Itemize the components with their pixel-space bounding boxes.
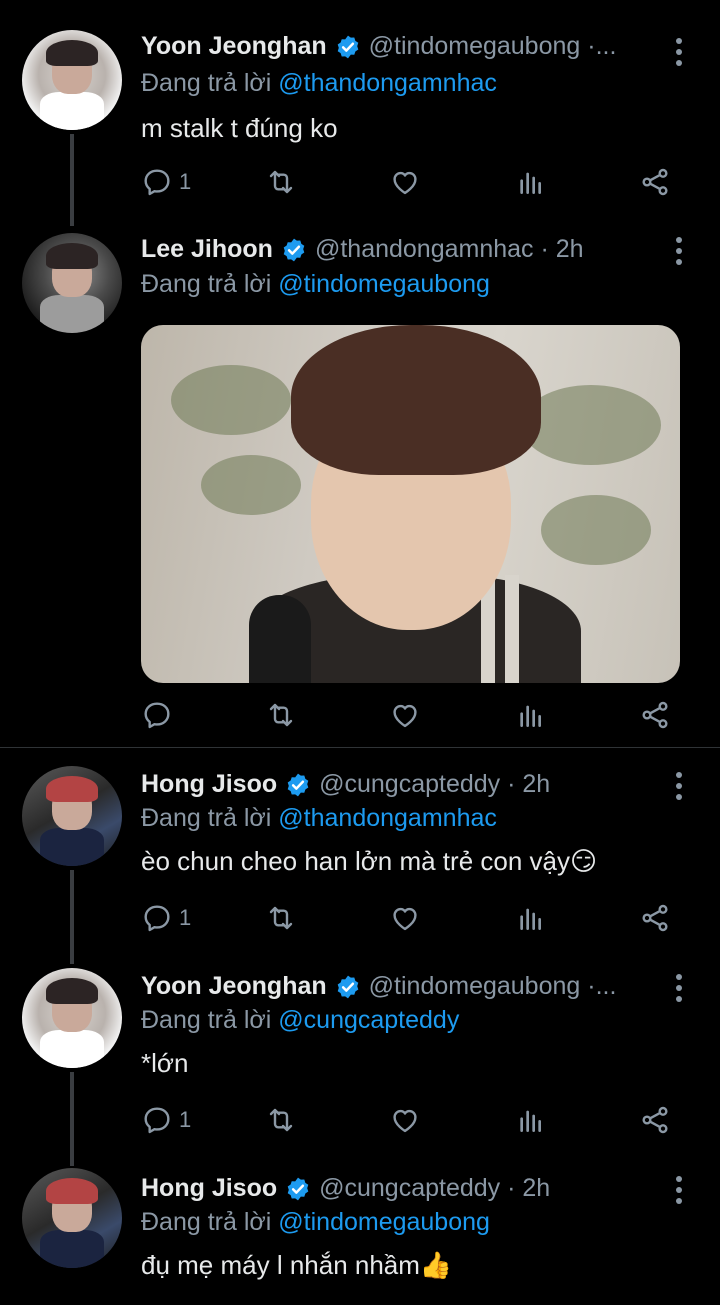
stats-button[interactable] — [515, 1102, 547, 1138]
stats-button[interactable] — [515, 697, 547, 733]
display-name[interactable]: Hong Jisoo — [141, 770, 277, 799]
action-bar: 1 — [141, 1102, 701, 1138]
verified-badge-icon — [285, 1176, 311, 1202]
handle[interactable]: @tindomegaubong ·... — [369, 972, 617, 1001]
more-icon[interactable] — [674, 772, 684, 802]
verified-badge-icon — [281, 237, 307, 263]
display-name[interactable]: Hong Jisoo — [141, 1174, 277, 1203]
share-button[interactable] — [639, 697, 671, 733]
retweet-button[interactable] — [265, 1102, 297, 1138]
handle[interactable]: @cungcapteddy · 2h — [319, 1174, 550, 1203]
avatar[interactable] — [22, 968, 122, 1068]
reply-context: Đang trả lời @cungcapteddy — [141, 1006, 460, 1034]
reply-button[interactable]: 1 — [141, 900, 191, 936]
share-icon — [639, 1104, 671, 1136]
stats-button[interactable] — [515, 900, 547, 936]
reply-button[interactable]: 1 — [141, 1102, 191, 1138]
share-icon — [639, 166, 671, 198]
display-name[interactable]: Yoon Jeonghan — [141, 32, 327, 61]
share-button[interactable] — [639, 164, 671, 200]
heart-icon — [389, 1104, 421, 1136]
more-icon[interactable] — [674, 1176, 684, 1206]
mention-link[interactable]: @thandongamnhac — [278, 69, 497, 97]
tweet[interactable]: Yoon Jeonghan @tindomegaubong ·... Đang … — [0, 950, 720, 1150]
reply-context: Đang trả lời @tindomegaubong — [141, 270, 490, 298]
like-button[interactable] — [389, 697, 421, 733]
tweet[interactable]: Yoon Jeonghan @tindomegaubong ·... Đang … — [0, 0, 720, 225]
retweet-button[interactable] — [265, 900, 297, 936]
stats-icon — [515, 699, 547, 731]
verified-badge-icon — [285, 772, 311, 798]
handle[interactable]: @tindomegaubong ·... — [369, 32, 617, 61]
reply-count: 1 — [179, 1107, 192, 1132]
stats-button[interactable] — [515, 164, 547, 200]
retweet-icon — [265, 166, 297, 198]
microphone — [249, 595, 311, 683]
share-icon — [639, 699, 671, 731]
handle[interactable]: @cungcapteddy · 2h — [319, 770, 550, 799]
reply-count: 1 — [179, 169, 192, 194]
retweet-icon — [265, 699, 297, 731]
mention-link[interactable]: @cungcapteddy — [278, 1006, 459, 1034]
tweet[interactable]: Hong Jisoo @cungcapteddy · 2h Đang trả l… — [0, 748, 720, 948]
stats-icon — [515, 166, 547, 198]
reply-button[interactable] — [141, 697, 173, 733]
tweet-text: đụ mẹ máy l nhắn nhầm👍 — [141, 1250, 453, 1280]
share-icon — [639, 902, 671, 934]
like-button[interactable] — [389, 900, 421, 936]
heart-icon — [389, 166, 421, 198]
heart-icon — [389, 699, 421, 731]
tweet-header: Hong Jisoo @cungcapteddy · 2h — [141, 1174, 550, 1203]
mention-link[interactable]: @tindomegaubong — [278, 1208, 490, 1236]
tweet-header: Lee Jihoon @thandongamnhac · 2h — [141, 235, 584, 264]
reply-context: Đang trả lời @tindomegaubong — [141, 1208, 490, 1236]
avatar[interactable] — [22, 30, 122, 130]
tweet-text: m stalk t đúng ko — [141, 113, 338, 143]
mention-link[interactable]: @tindomegaubong — [278, 270, 490, 298]
tweet-header: Yoon Jeonghan @tindomegaubong ·... — [141, 972, 616, 1001]
reply-button[interactable]: 1 — [141, 164, 191, 200]
share-button[interactable] — [639, 900, 671, 936]
reply-icon — [141, 1104, 173, 1136]
tweet[interactable]: Hong Jisoo @cungcapteddy · 2h Đang trả l… — [0, 1152, 720, 1305]
retweet-icon — [265, 1104, 297, 1136]
avatar[interactable] — [22, 766, 122, 866]
reply-icon — [141, 902, 173, 934]
more-icon[interactable] — [674, 237, 684, 267]
reply-count: 1 — [179, 905, 192, 930]
stats-icon — [515, 1104, 547, 1136]
reply-icon — [141, 699, 173, 731]
retweet-icon — [265, 902, 297, 934]
action-bar: 1 — [141, 164, 701, 200]
action-bar — [141, 697, 701, 733]
retweet-button[interactable] — [265, 164, 297, 200]
action-bar: 1 — [141, 900, 701, 936]
tweet-text: *lớn — [141, 1048, 189, 1078]
more-icon[interactable] — [674, 38, 684, 68]
tweet-header: Hong Jisoo @cungcapteddy · 2h — [141, 770, 550, 799]
share-button[interactable] — [639, 1102, 671, 1138]
tweet-header: Yoon Jeonghan @tindomegaubong ·... — [141, 32, 616, 61]
retweet-button[interactable] — [265, 697, 297, 733]
mention-link[interactable]: @thandongamnhac — [278, 804, 497, 832]
heart-icon — [389, 902, 421, 934]
display-name[interactable]: Yoon Jeonghan — [141, 972, 327, 1001]
like-button[interactable] — [389, 164, 421, 200]
avatar[interactable] — [22, 1168, 122, 1268]
like-button[interactable] — [389, 1102, 421, 1138]
reply-context: Đang trả lời @thandongamnhac — [141, 804, 497, 832]
more-icon[interactable] — [674, 974, 684, 1004]
reply-context: Đang trả lời @thandongamnhac — [141, 69, 497, 97]
stats-icon — [515, 902, 547, 934]
tweet-text: èo chun cheo han lởn mà trẻ con vậy😏 — [141, 846, 598, 876]
verified-badge-icon — [335, 974, 361, 1000]
reply-icon — [141, 166, 173, 198]
verified-badge-icon — [335, 34, 361, 60]
display-name[interactable]: Lee Jihoon — [141, 235, 273, 264]
avatar[interactable] — [22, 233, 122, 333]
handle[interactable]: @thandongamnhac · 2h — [315, 235, 584, 264]
tweet-media-photo[interactable] — [141, 325, 680, 683]
